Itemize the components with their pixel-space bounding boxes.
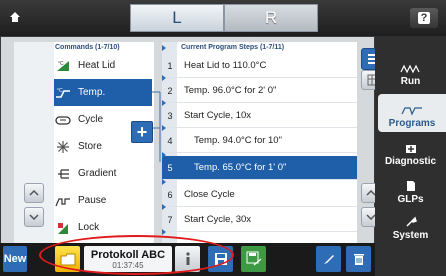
nav-programs[interactable]: Programs: [378, 94, 446, 132]
step-row[interactable]: 6 Close Cycle: [162, 183, 357, 207]
commands-scroll-down-button[interactable]: [24, 207, 44, 227]
step-insert-marker: [162, 229, 166, 235]
step-row[interactable]: 3 Start Cycle, 10x: [162, 104, 357, 128]
step-number: 3: [167, 110, 173, 121]
step-number: 7: [167, 214, 173, 225]
svg-text:°C: °C: [58, 61, 64, 67]
step-insert-marker: [162, 100, 166, 106]
cycle-icon: [54, 112, 72, 128]
program-name: Protokoll ABC: [90, 248, 166, 261]
command-gradient[interactable]: Gradient: [54, 160, 152, 187]
commands-header: Commands (1-7/10): [55, 44, 120, 51]
step-row[interactable]: 1 Heat Lid to 110.0°C: [162, 54, 357, 78]
help-icon: ?: [417, 12, 431, 24]
command-label: Pause: [78, 195, 107, 206]
nav-label: Diagnostic: [384, 156, 437, 167]
step-label: Start Cycle, 30x: [184, 214, 252, 225]
gradient-icon: [54, 166, 72, 182]
command-label: Gradient: [78, 168, 117, 179]
store-icon: [54, 139, 72, 155]
nav-label: Programs: [388, 118, 436, 129]
program-info-button[interactable]: [175, 246, 200, 272]
steps-header: Current Program Steps (1-7/11): [181, 44, 285, 51]
command-label: Temp.: [78, 87, 106, 98]
command-label: Cycle: [78, 114, 104, 125]
command-label: Heat Lid: [78, 60, 116, 71]
step-row[interactable]: 7 Start Cycle, 30x: [162, 208, 357, 232]
plus-icon: +: [136, 121, 148, 142]
nav-run[interactable]: Run: [375, 52, 446, 90]
nav-label: Run: [400, 76, 421, 87]
help-button[interactable]: ?: [410, 8, 438, 28]
lock-icon: [54, 220, 72, 236]
run-icon: [399, 64, 420, 74]
block-tabs: L R: [130, 4, 318, 32]
save-button[interactable]: [208, 246, 233, 272]
open-folder-button[interactable]: [55, 246, 80, 272]
step-label: Heat Lid to 110.0°C: [184, 60, 267, 71]
command-heat-lid[interactable]: °C Heat Lid: [54, 52, 152, 79]
tab-left-block[interactable]: L: [130, 4, 224, 32]
step-insert-marker: [162, 125, 166, 131]
tab-right-block[interactable]: R: [224, 4, 318, 32]
step-insert-marker: [162, 204, 166, 210]
command-temp[interactable]: °C Temp.: [54, 79, 152, 106]
svg-text:°C: °C: [57, 88, 63, 94]
step-insert-marker: [162, 152, 166, 158]
trash-icon: [353, 254, 364, 265]
top-bar: L R ?: [0, 0, 446, 36]
step-label: Temp. 65.0°C for 1' 0": [194, 162, 287, 173]
chevron-down-icon: [29, 214, 39, 220]
step-insert-marker: [162, 75, 166, 81]
pencil-icon: [323, 255, 334, 264]
nav-label: System: [392, 230, 429, 241]
program-duration: 01:37:45: [112, 260, 144, 270]
save-as-icon: [246, 251, 261, 266]
temp-icon: °C: [54, 85, 72, 101]
save-icon: [214, 253, 227, 265]
new-program-button[interactable]: New: [3, 246, 27, 272]
step-label: Temp. 96.0°C for 2' 0": [184, 85, 277, 96]
step-insert-marker: [162, 179, 166, 185]
step-row[interactable]: 2 Temp. 96.0°C for 2' 0": [162, 79, 357, 103]
delete-step-button[interactable]: [346, 246, 371, 272]
pause-icon: [54, 193, 72, 209]
program-name-box: Protokoll ABC 01:37:45: [84, 246, 172, 272]
info-icon: [185, 252, 190, 265]
add-step-button[interactable]: +: [131, 121, 153, 143]
glps-icon: [406, 181, 415, 191]
step-label: Start Cycle, 10x: [184, 110, 252, 121]
command-label: Store: [78, 141, 102, 152]
nav-diagnostic[interactable]: Diagnostic: [375, 132, 446, 170]
command-pause[interactable]: Pause: [54, 187, 152, 214]
step-number: 1: [167, 60, 173, 71]
save-as-button[interactable]: [241, 246, 266, 272]
chevron-up-icon: [29, 190, 39, 196]
edit-step-button[interactable]: [316, 246, 341, 272]
step-number: 2: [167, 85, 173, 96]
diagnostic-icon: [405, 145, 416, 153]
step-insert-marker: [162, 45, 166, 51]
command-lock[interactable]: Lock: [54, 214, 152, 241]
step-number: 5: [167, 162, 173, 173]
nav-label: GLPs: [397, 194, 424, 205]
step-label: Temp. 94.0°C for 10": [194, 135, 282, 146]
main-nav-sidebar: Run Programs Diagnostic GLPs System: [375, 36, 446, 276]
nav-system[interactable]: System: [375, 206, 446, 244]
nav-glps[interactable]: GLPs: [375, 170, 446, 208]
commands-scroll-up-button[interactable]: [24, 183, 44, 203]
system-icon: [405, 216, 417, 227]
step-row[interactable]: 4 Temp. 94.0°C for 10": [162, 129, 357, 153]
step-row-selected[interactable]: 5 Temp. 65.0°C for 1' 0": [162, 156, 357, 180]
step-number: 4: [167, 135, 173, 146]
programs-icon: [401, 107, 422, 116]
heat-lid-icon: °C: [54, 58, 72, 74]
command-label: Lock: [78, 222, 100, 233]
folder-icon: [60, 253, 75, 266]
step-number: 6: [167, 189, 173, 200]
step-label: Close Cycle: [184, 189, 235, 200]
home-icon[interactable]: [8, 10, 22, 24]
